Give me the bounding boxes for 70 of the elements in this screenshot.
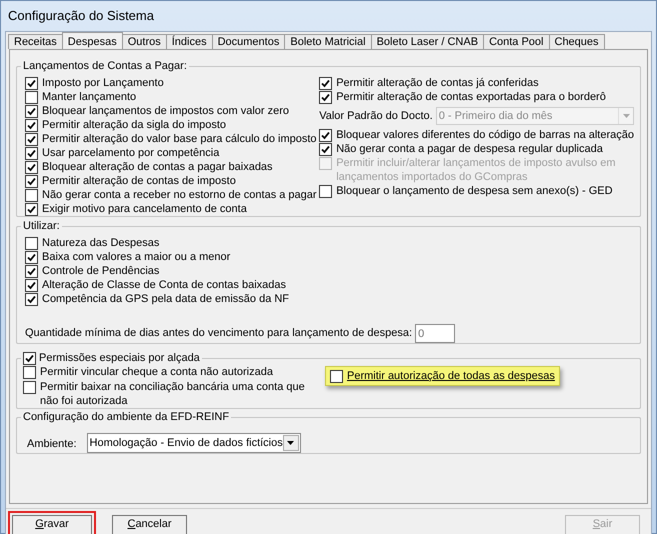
checkbox[interactable]: [25, 132, 38, 146]
checkbox-label: Permitir vincular cheque a conta não autorizada: [40, 365, 273, 379]
checkbox-label: Controle de Pendências: [42, 264, 160, 278]
checkbox[interactable]: [25, 174, 38, 188]
tab[interactable]: Documentos: [212, 34, 286, 49]
checkbox-label: Permitir alteração de contas já conferidas: [336, 76, 539, 90]
group-title: Configuração do ambiente da EFD-REINF: [23, 410, 230, 424]
checkbox[interactable]: [23, 380, 36, 394]
checkbox-label: Competência da GPS pela data de emissão da NF: [42, 292, 290, 306]
checkbox-label: Bloquear valores diferentes do código de barras na alteração: [336, 128, 634, 142]
checkbox-label: Baixa com valores a maior ou a menor: [42, 250, 230, 264]
checkbox[interactable]: [319, 76, 332, 90]
tab[interactable]: Boleto Laser / CNAB: [370, 34, 484, 49]
checkbox[interactable]: [319, 128, 332, 142]
checkbox-label: Permissões especiais por alçada: [39, 351, 200, 365]
group-title: Lançamentos de Contas a Pagar:: [23, 59, 187, 73]
window-title: Configuração do Sistema: [8, 7, 154, 26]
field-label: Ambiente:: [27, 437, 77, 452]
checkbox[interactable]: [25, 278, 38, 292]
field-label: Quantidade mínima de dias antes do vencimento para lançamento de despesa:: [25, 326, 412, 342]
checkbox-label: Bloquear o lançamento de despesa sem anexo(s) - GED: [336, 184, 613, 198]
checkbox[interactable]: [330, 370, 343, 382]
checkbox-label: Exigir motivo para cancelamento de conta: [42, 202, 247, 216]
checkbox-label: Natureza das Despesas: [42, 236, 160, 250]
checkbox[interactable]: [319, 142, 332, 156]
input-field[interactable]: 0: [415, 324, 456, 343]
checkbox[interactable]: [25, 264, 38, 278]
checkbox-label: Permitir incluir/alterar lançamentos de imposto avulso em lançamentos importados do GCompras: [336, 156, 617, 184]
checkbox-label: Manter lançamento: [42, 90, 136, 104]
checkbox[interactable]: [25, 104, 38, 118]
checkbox-label: Permitir baixar na conciliação bancária uma conta que não foi autorizada: [40, 380, 306, 408]
checkbox-label: Bloquear lançamentos de impostos com valor zero: [42, 104, 290, 118]
checkbox-label: Permitir autorização de todas as despesas: [347, 369, 555, 383]
tab[interactable]: Cheques: [548, 34, 605, 49]
tab[interactable]: Despesas: [62, 32, 123, 49]
checkbox-label: Imposto por Lançamento: [42, 76, 164, 90]
checkbox[interactable]: [25, 160, 38, 174]
checkbox[interactable]: [25, 76, 38, 90]
checkbox[interactable]: [25, 118, 38, 132]
checkbox-label: Alteração de Classe de Conta de contas baixadas: [42, 278, 286, 292]
tab[interactable]: Índices: [166, 34, 213, 49]
checkbox-label: Usar parcelamento por competência: [42, 146, 220, 160]
checkbox-label: Não gerar conta a receber no estorno de contas a pagar: [42, 188, 317, 202]
checkbox[interactable]: [25, 236, 38, 250]
button[interactable]: Gravar: [12, 514, 92, 534]
checkbox[interactable]: [25, 202, 38, 216]
checkbox[interactable]: [25, 146, 38, 160]
checkbox[interactable]: [23, 352, 36, 364]
checkbox-label: Permitir alteração do valor base para cálculo do imposto: [42, 132, 317, 146]
checkbox-label: Não gerar conta a pagar de despesa regular duplicada: [336, 142, 603, 156]
tab[interactable]: Receitas: [8, 34, 63, 49]
tab[interactable]: Boleto Matricial: [284, 34, 372, 49]
field-label: Valor Padrão do Docto.: [319, 108, 433, 124]
tab[interactable]: Conta Pool: [483, 34, 550, 49]
checkbox[interactable]: [25, 292, 38, 306]
checkbox-label: Permitir alteração de contas exportadas para o borderô: [336, 90, 606, 104]
tab[interactable]: Outros: [122, 34, 167, 49]
checkbox[interactable]: [25, 250, 38, 264]
dropdown-arrow-icon: [618, 108, 633, 124]
checkbox[interactable]: [25, 188, 38, 202]
checkbox[interactable]: [23, 366, 36, 378]
group-title: Utilizar:: [23, 219, 60, 233]
button[interactable]: Cancelar: [112, 514, 187, 534]
checkbox-label: Permitir alteração da sigla do imposto: [42, 118, 226, 132]
checkbox[interactable]: [25, 90, 38, 104]
checkbox[interactable]: [319, 184, 332, 198]
checkbox-label: Permitir alteração de contas de imposto: [42, 174, 236, 188]
dropdown[interactable]: Homologação - Envio de dados fictícios: [86, 433, 301, 453]
checkbox[interactable]: [319, 90, 332, 104]
checkbox-label: Bloquear alteração de contas a pagar baixadas: [42, 160, 273, 174]
